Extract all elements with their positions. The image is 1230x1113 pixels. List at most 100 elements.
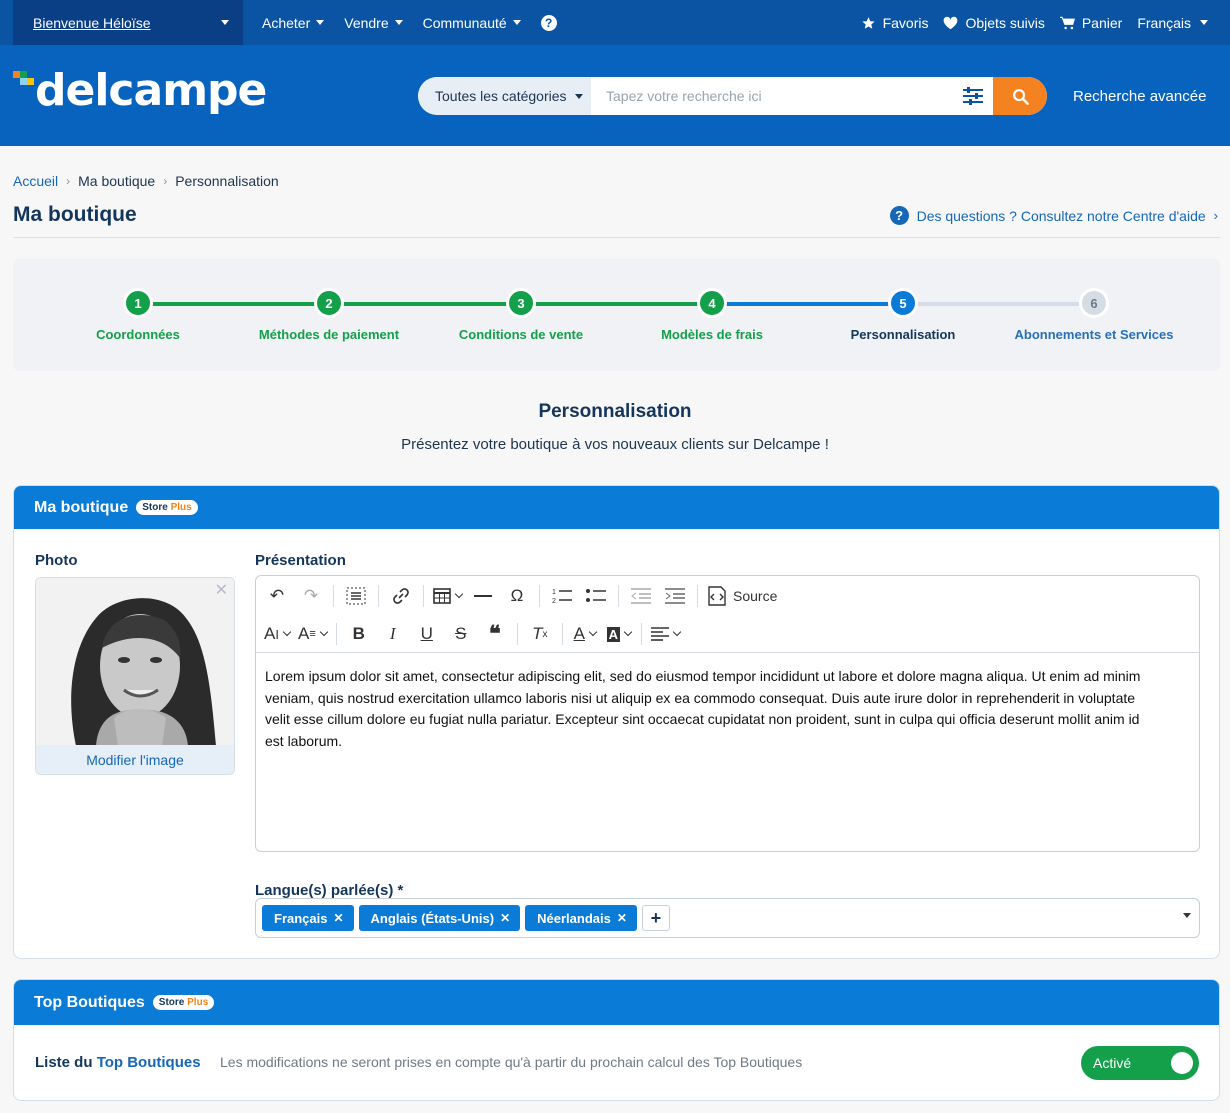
language-label: Français [1137, 14, 1191, 31]
badge-plus: Plus [187, 997, 209, 1008]
help-center-label: Des questions ? Consultez notre Centre d… [916, 207, 1206, 224]
chevron-right-icon: › [1213, 208, 1218, 223]
text-align-icon[interactable] [649, 620, 682, 648]
add-language-button[interactable]: + [641, 905, 670, 931]
welcome-menu[interactable]: Bienvenue Héloïse [13, 0, 243, 45]
nav-sell[interactable]: Vendre [344, 15, 403, 31]
step-5: 5 Personnalisation [813, 288, 993, 342]
breadcrumb-home[interactable]: Accueil [13, 173, 58, 189]
chevron-down-icon[interactable] [1183, 913, 1191, 918]
filter-sliders-icon[interactable] [963, 87, 983, 105]
step-4[interactable]: 4 Modèles de frais [622, 288, 802, 342]
logo-text: delcampe [35, 65, 267, 116]
section-subtitle: Présentez votre boutique à vos nouveaux … [401, 436, 829, 453]
select-all-icon[interactable] [341, 582, 371, 610]
numbered-list-icon[interactable]: 12 [547, 582, 577, 610]
toolbar-separator [618, 585, 619, 607]
step-1[interactable]: 1 Coordonnées [48, 288, 228, 342]
help-center-link[interactable]: ? Des questions ? Consultez notre Centre… [889, 206, 1218, 225]
breadcrumb-current: Personnalisation [175, 173, 279, 189]
search-input[interactable] [606, 88, 946, 104]
toolbar-row-1: ↶ ↷ Ω 12 Source [262, 581, 779, 611]
remove-photo-icon[interactable]: ✕ [215, 583, 228, 599]
top-list-label: Liste du Top Boutiques [35, 1054, 201, 1071]
step-6: 6 Abonnements et Services [1004, 288, 1184, 342]
cart-link[interactable]: Panier [1059, 15, 1122, 31]
nav-community[interactable]: Communauté [423, 15, 521, 31]
table-icon[interactable] [431, 582, 464, 610]
remove-format-icon[interactable]: Tx [525, 620, 555, 648]
badge-store: Store [158, 997, 185, 1008]
font-size-icon[interactable]: AI [262, 620, 292, 648]
toolbar-separator [539, 585, 540, 607]
bullet-list-icon[interactable] [581, 582, 611, 610]
nav-buy[interactable]: Acheter [262, 15, 325, 31]
strikethrough-icon[interactable]: S [446, 620, 476, 648]
top-nav: Acheter Vendre Communauté ? [262, 0, 557, 45]
toggle-label: Activé [1093, 1055, 1132, 1071]
photo-label: Photo [35, 552, 78, 569]
search-category-select[interactable]: Toutes les catégories [418, 77, 591, 115]
presentation-label: Présentation [255, 552, 346, 569]
redo-icon[interactable]: ↷ [296, 582, 326, 610]
horizontal-line-icon[interactable] [468, 582, 498, 610]
language-selector[interactable]: Français [1137, 15, 1208, 31]
toolbar-separator [697, 585, 698, 607]
step-label: Conditions de vente [458, 327, 584, 342]
italic-icon[interactable]: I [378, 620, 408, 648]
source-button[interactable]: Source [705, 582, 779, 610]
step-2[interactable]: 2 Méthodes de paiement [239, 288, 419, 342]
undo-icon[interactable]: ↶ [262, 582, 292, 610]
bold-icon[interactable]: B [344, 620, 374, 648]
outdent-icon[interactable] [626, 582, 656, 610]
search-bar: Toutes les catégories [418, 77, 1047, 115]
watched-link[interactable]: Objets suivis [943, 15, 1045, 31]
top-boutiques-toggle[interactable]: Activé [1081, 1046, 1199, 1080]
step-3[interactable]: 3 Conditions de vente [431, 288, 611, 342]
blockquote-icon[interactable]: ❝ [480, 620, 510, 648]
chevron-down-icon [1200, 20, 1208, 25]
font-color-icon[interactable]: A [570, 620, 600, 648]
languages-multiselect[interactable]: Français ✕ Anglais (États-Unis) ✕ Néerland… [255, 898, 1200, 938]
welcome-label[interactable]: Bienvenue Héloïse [33, 15, 151, 31]
remove-tag-icon[interactable]: ✕ [333, 911, 343, 925]
favorites-label: Favoris [882, 14, 929, 31]
top-list-link[interactable]: Top Boutiques [97, 1054, 201, 1071]
help-icon[interactable]: ? [540, 14, 557, 31]
chevron-right-icon: › [66, 174, 71, 188]
step-number: 6 [1079, 288, 1109, 318]
underline-icon[interactable]: U [412, 620, 442, 648]
toolbar-row-2: AI A ≡ B I U S ❝ Tx A A [262, 619, 682, 649]
question-icon: ? [889, 206, 909, 225]
source-label: Source [733, 588, 778, 604]
page-title: Ma boutique [13, 203, 137, 226]
link-icon[interactable] [386, 582, 416, 610]
store-plus-badge: Store Plus [152, 995, 215, 1010]
shop-panel: Ma boutique Store Plus Photo ✕ Modifier … [13, 485, 1220, 959]
remove-tag-icon[interactable]: ✕ [617, 911, 627, 925]
remove-tag-icon[interactable]: ✕ [500, 911, 510, 925]
edit-photo-link[interactable]: Modifier l'image [36, 745, 234, 774]
language-tag-label: Français [274, 910, 328, 926]
heart-icon [944, 16, 958, 29]
favorites-link[interactable]: Favoris [861, 14, 929, 31]
logo[interactable]: delcampe [13, 65, 267, 116]
font-family-icon[interactable]: A ≡ [296, 620, 329, 648]
badge-plus: Plus [170, 502, 192, 513]
toolbar-separator [378, 585, 379, 607]
photo-card: ✕ Modifier l'image [35, 577, 235, 775]
background-color-icon[interactable]: A [604, 620, 634, 648]
language-tag: Néerlandais ✕ [525, 905, 637, 931]
breadcrumb-shop[interactable]: Ma boutique [78, 173, 155, 189]
section-title: Personnalisation [538, 401, 692, 422]
advanced-search-link[interactable]: Recherche avancée [1073, 88, 1206, 105]
logo-mark-icon [13, 69, 35, 91]
indent-icon[interactable] [660, 582, 690, 610]
main-header: delcampe Toutes les catégories Recherche… [0, 45, 1230, 146]
toolbar-separator [516, 623, 518, 645]
toolbar-separator [333, 585, 334, 607]
special-characters-icon[interactable]: Ω [502, 582, 532, 610]
search-button[interactable] [993, 77, 1047, 115]
editor-content[interactable]: Lorem ipsum dolor sit amet, consectetur … [265, 666, 1149, 752]
profile-photo[interactable] [36, 578, 234, 746]
